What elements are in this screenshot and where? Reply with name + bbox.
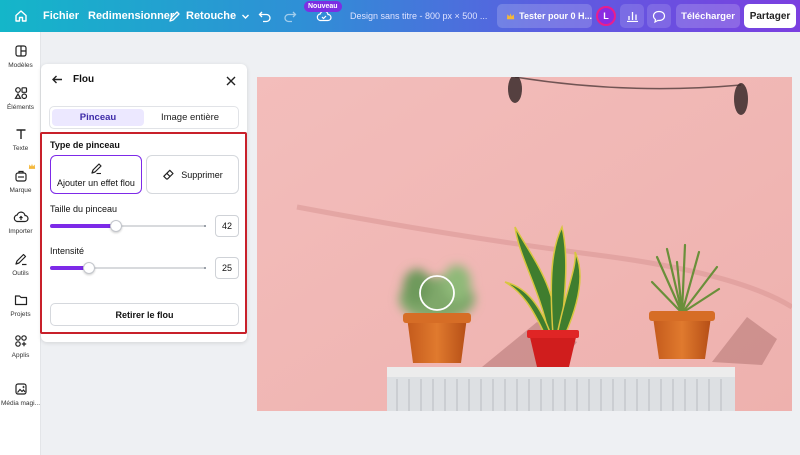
brand-icon: [14, 170, 27, 182]
sidebar-item-label: Média magi...: [0, 400, 41, 407]
sidebar-item-magic-media[interactable]: Média magi...: [0, 382, 41, 407]
left-pot: [407, 317, 467, 363]
blur-panel: Flou Pinceau Image entière Type de pince…: [40, 64, 247, 342]
tab-brush[interactable]: Pinceau: [52, 109, 144, 126]
slider-thumb[interactable]: [83, 262, 95, 274]
bar-chart-icon: [626, 12, 638, 22]
home-button[interactable]: [10, 0, 32, 32]
slider-end-marker: [204, 267, 206, 269]
canvas-photo: [257, 77, 792, 411]
slider-thumb[interactable]: [109, 220, 122, 232]
intensity-label: Intensité: [50, 246, 85, 256]
sidebar-item-apps[interactable]: Applis: [0, 334, 41, 359]
top-bar: Fichier Redimensionner Retouche Nouveau …: [0, 0, 800, 32]
menu-retouch-label: Retouche: [186, 10, 237, 22]
pencil-icon: [90, 162, 102, 174]
comment-icon: [652, 10, 666, 23]
right-pot-rim: [649, 311, 715, 321]
insights-button[interactable]: [620, 4, 644, 28]
erase-brush-button[interactable]: Supprimer: [146, 155, 239, 194]
elements-icon: [13, 87, 27, 100]
tools-icon: [14, 253, 26, 266]
avatar[interactable]: L: [596, 6, 616, 26]
crown-icon: [506, 12, 515, 19]
panel-header: Flou: [41, 64, 247, 96]
download-button[interactable]: Télécharger: [676, 4, 740, 28]
brush-size-label: Taille du pinceau: [50, 204, 118, 214]
sidebar-item-elements[interactable]: Éléments: [0, 86, 41, 111]
sidebar-item-brand[interactable]: Marque: [0, 163, 41, 194]
add-blur-label: Ajouter un effet flou: [57, 177, 135, 188]
magic-media-icon: [14, 383, 27, 395]
intensity-slider[interactable]: [50, 262, 206, 274]
sidebar-item-text[interactable]: Texte: [0, 127, 41, 152]
redo-icon: [284, 11, 297, 23]
sidebar-item-upload[interactable]: Importer: [0, 210, 41, 235]
slider-end-marker: [204, 225, 206, 227]
brush-type-label: Type de pinceau: [50, 140, 120, 150]
tab-whole-image[interactable]: Image entière: [144, 109, 236, 126]
home-icon: [15, 10, 27, 22]
brush-size-slider[interactable]: [50, 220, 206, 232]
redo-button[interactable]: [283, 0, 297, 32]
sidebar-item-label: Modèles: [8, 62, 33, 69]
sidebar-item-tools[interactable]: Outils: [0, 252, 41, 277]
sidebar-item-templates[interactable]: Modèles: [0, 44, 41, 69]
sidebar-item-label: Éléments: [6, 104, 35, 111]
sidebar-item-label: Texte: [12, 145, 29, 152]
blur-mode-tabs: Pinceau Image entière: [49, 106, 239, 129]
eraser-icon: [163, 169, 174, 180]
sidebar-item-label: Applis: [11, 352, 30, 359]
comment-button[interactable]: [647, 4, 671, 28]
upload-icon: [13, 211, 29, 223]
pencil-icon: [169, 10, 180, 22]
brush-size-value[interactable]: 42: [215, 215, 239, 237]
undo-button[interactable]: [258, 0, 272, 32]
undo-icon: [258, 11, 271, 23]
menu-file[interactable]: Fichier: [43, 0, 79, 32]
apps-icon: [14, 335, 27, 347]
middle-pot-rim: [527, 330, 579, 338]
bulb-shadow: [734, 83, 748, 115]
add-blur-brush-button[interactable]: Ajouter un effet flou: [50, 155, 142, 194]
chevron-down-icon: [242, 14, 250, 19]
right-pot: [653, 317, 711, 359]
share-button[interactable]: Partager: [744, 4, 796, 28]
try-pro-label: Tester pour 0 H...: [519, 11, 592, 21]
sidebar-item-label: Marque: [9, 187, 32, 194]
left-sidebar: Modèles Éléments Texte Marque Importer O…: [0, 32, 41, 455]
middle-pot: [529, 333, 577, 367]
intensity-value[interactable]: 25: [215, 257, 239, 279]
new-badge: Nouveau: [304, 1, 342, 12]
table-body: [387, 377, 735, 411]
menu-resize[interactable]: Redimensionner: [88, 0, 174, 32]
slider-fill: [50, 224, 116, 228]
panel-title: Flou: [73, 74, 95, 85]
document-title[interactable]: Design sans titre - 800 px × 500 ...: [350, 0, 487, 32]
design-canvas[interactable]: [257, 77, 792, 411]
remove-blur-button[interactable]: Retirer le flou: [50, 303, 239, 326]
try-pro-button[interactable]: Tester pour 0 H...: [497, 4, 592, 28]
sidebar-item-label: Projets: [10, 311, 31, 318]
close-icon: [226, 76, 236, 86]
folder-icon: [14, 295, 27, 306]
menu-retouch[interactable]: Retouche: [168, 0, 250, 32]
back-button[interactable]: [51, 73, 64, 91]
arrow-left-icon: [52, 75, 62, 84]
text-icon: [16, 129, 25, 139]
sidebar-item-projects[interactable]: Projets: [0, 293, 41, 318]
crown-icon: [28, 163, 36, 169]
erase-label: Supprimer: [181, 169, 223, 180]
table-top: [387, 367, 735, 377]
sidebar-item-label: Importer: [8, 228, 33, 235]
templates-icon: [14, 45, 27, 57]
left-pot-rim: [403, 313, 471, 323]
close-button[interactable]: [225, 74, 237, 92]
sidebar-item-label: Outils: [12, 270, 29, 277]
